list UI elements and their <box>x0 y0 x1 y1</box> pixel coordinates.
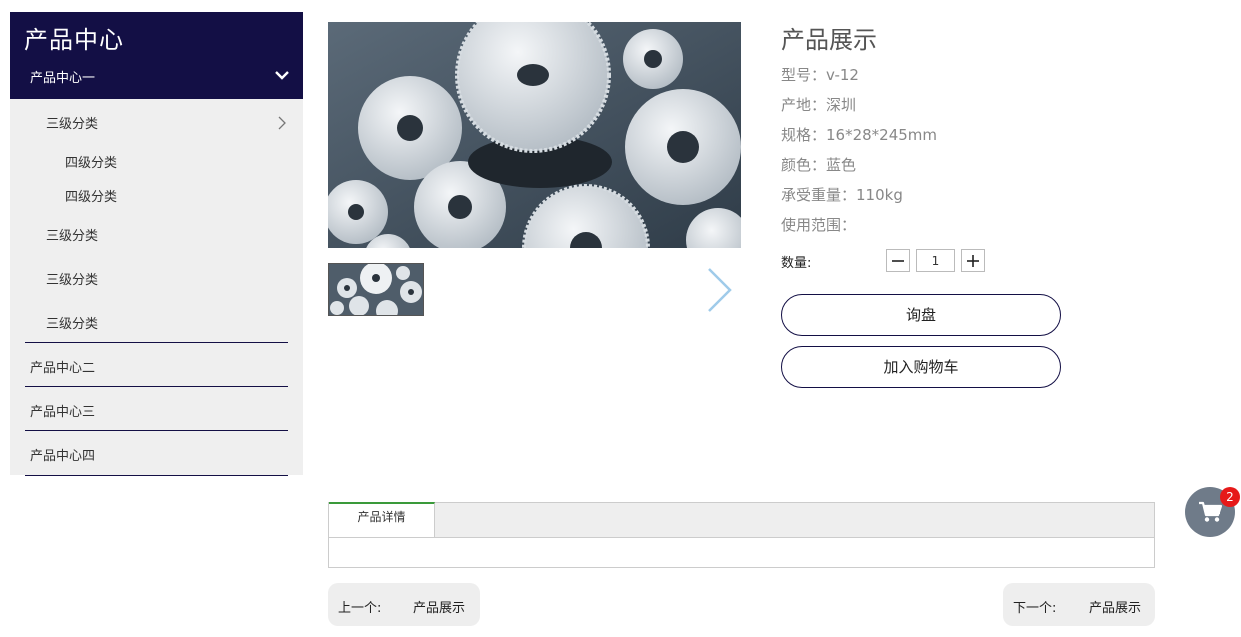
next-label: 下一个: <box>1013 601 1057 616</box>
sidebar-main-item-label: 产品中心四 <box>30 449 96 464</box>
cart-icon <box>1199 501 1222 522</box>
sidebar-main-item-label: 产品中心二 <box>30 361 96 376</box>
product-thumbnail[interactable] <box>328 263 424 316</box>
prev-product-link[interactable]: 上一个: 产品展示 <box>328 583 480 626</box>
product-usage: 使用范围： <box>781 216 857 234</box>
add-to-cart-button[interactable]: 加入购物车 <box>781 346 1061 388</box>
sidebar-main-item-label: 产品中心三 <box>30 405 96 420</box>
product-color: 颜色：蓝色 <box>781 156 857 174</box>
quantity-decrease-button[interactable] <box>886 249 910 272</box>
chevron-right-icon[interactable] <box>278 116 286 130</box>
tab-bar: 产品详情 <box>329 502 1154 538</box>
product-load: 承受重量：110kg <box>781 186 903 204</box>
next-arrow-icon[interactable] <box>704 266 734 314</box>
quantity-input[interactable] <box>916 249 955 272</box>
product-spec: 规格：16*28*245mm <box>781 126 938 144</box>
tab-product-detail[interactable]: 产品详情 <box>329 502 435 537</box>
prev-label: 上一个: <box>338 601 382 616</box>
sidebar-level3-item[interactable]: 三级分类 <box>46 313 98 332</box>
product-model: 型号：v-12 <box>781 66 859 84</box>
plus-icon <box>967 255 979 267</box>
detail-tabs: 产品详情 <box>328 502 1155 568</box>
minus-icon <box>892 260 904 262</box>
sidebar-level3-item[interactable]: 三级分类 <box>46 269 98 288</box>
cart-count-badge: 2 <box>1220 487 1240 507</box>
sidebar-level4-item[interactable]: 四级分类 <box>65 186 117 205</box>
prev-value: 产品展示 <box>413 601 466 616</box>
sidebar-main-item[interactable]: 产品中心二 <box>25 342 288 387</box>
quantity-label: 数量: <box>781 256 812 271</box>
sidebar-level3-item[interactable]: 三级分类 <box>46 225 98 244</box>
sidebar: 产品中心 产品中心一 三级分类 四级分类 四级分类 三级分类 三级分类 三级分类… <box>10 12 303 476</box>
next-product-link[interactable]: 下一个: 产品展示 <box>1003 583 1155 626</box>
sidebar-item-current[interactable]: 产品中心一 <box>30 67 95 86</box>
quantity-increase-button[interactable] <box>961 249 985 272</box>
sidebar-main-item[interactable]: 产品中心四 <box>25 430 288 476</box>
sidebar-main-item[interactable]: 产品中心三 <box>25 386 288 431</box>
sidebar-level3-item[interactable]: 三级分类 <box>46 113 98 132</box>
product-title: 产品展示 <box>781 26 877 54</box>
product-image <box>328 22 741 248</box>
inquiry-button[interactable]: 询盘 <box>781 294 1061 336</box>
sidebar-title: 产品中心 <box>24 26 124 54</box>
sidebar-header: 产品中心 产品中心一 <box>10 12 303 99</box>
chevron-down-icon[interactable] <box>275 70 289 80</box>
sidebar-level4-item[interactable]: 四级分类 <box>65 152 117 171</box>
next-value: 产品展示 <box>1089 601 1142 616</box>
product-origin: 产地：深圳 <box>781 96 857 114</box>
